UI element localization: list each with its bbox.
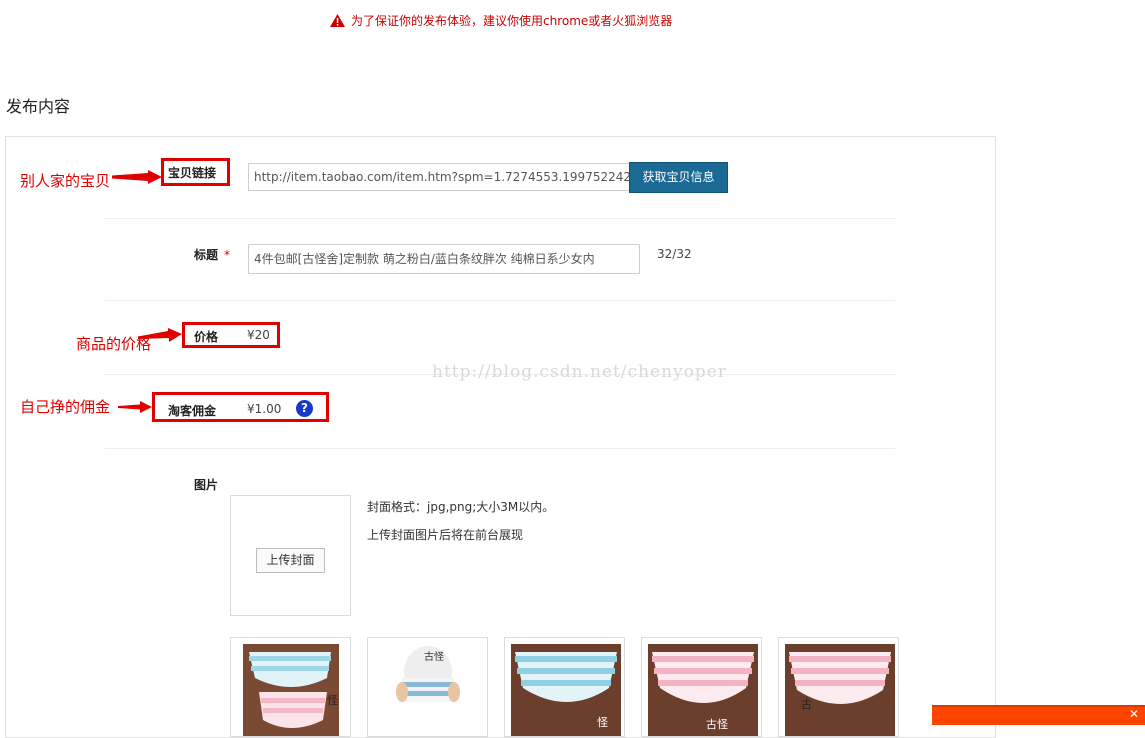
thumbnail-4[interactable]: 古怪 — [641, 637, 762, 737]
svg-text:古: 古 — [801, 698, 812, 711]
required-mark: * — [224, 248, 231, 262]
svg-text:古怪: 古怪 — [706, 717, 728, 731]
warning-text: 为了保证你的发布体验，建议你使用chrome或者火狐浏览器 — [351, 14, 673, 28]
product-image: 古怪 — [648, 644, 758, 736]
close-icon[interactable]: ✕ — [1129, 707, 1139, 721]
title-char-counter: 32/32 — [657, 247, 692, 261]
price-label: 价格 — [194, 330, 219, 344]
commission-label: 淘客佣金 — [168, 404, 217, 418]
watermark: http://blog.csdn.net/chenyoper — [432, 362, 727, 382]
upload-cover-button[interactable]: 上传封面 — [256, 548, 325, 573]
cover-display-hint: 上传封面图片后将在前台展现 — [367, 528, 524, 542]
thumbnail-3[interactable]: 怪 — [504, 637, 625, 737]
row-divider — [105, 218, 895, 219]
annotation-commission: 自己挣的佣金 — [20, 398, 111, 416]
row-divider — [105, 448, 895, 449]
item-link-input[interactable]: http://item.taobao.com/item.htm?spm=1.72… — [248, 163, 630, 191]
section-title: 发布内容 — [6, 97, 71, 116]
thumbnail-1[interactable]: 怪 — [230, 637, 351, 737]
warning-triangle-icon — [330, 14, 345, 27]
product-image: 怪 — [243, 644, 339, 736]
annotation-arrow-icon — [112, 170, 162, 184]
thumbnail-5[interactable]: 古 — [778, 637, 899, 737]
svg-text:怪: 怪 — [327, 693, 338, 707]
annotation-arrow-icon — [138, 328, 182, 342]
cover-upload-area[interactable]: 上传封面 — [230, 495, 351, 616]
commission-value: ¥1.00 — [247, 402, 282, 416]
annotation-item-link: 别人家的宝贝 — [20, 172, 111, 190]
title-input[interactable]: 4件包邮[古怪舍]定制款 萌之粉白/蓝白条纹胖次 纯棉日系少女内 — [248, 244, 640, 274]
row-divider — [105, 300, 895, 301]
floating-feedback-bar[interactable]: ✕ — [932, 705, 1145, 725]
product-image: 古怪 — [396, 646, 460, 702]
browser-warning: 为了保证你的发布体验，建议你使用chrome或者火狐浏览器 — [330, 12, 672, 29]
fetch-item-info-button[interactable]: 获取宝贝信息 — [629, 162, 728, 193]
images-label: 图片 — [194, 478, 219, 492]
question-circle-icon[interactable]: ? — [296, 400, 313, 417]
thumbnail-2[interactable]: 古怪 — [367, 637, 488, 737]
title-label: 标题 * — [194, 246, 230, 263]
product-image: 怪 — [511, 644, 621, 736]
price-value: ¥20 — [247, 328, 270, 342]
product-image: 古 — [785, 644, 895, 736]
item-link-label: 宝贝链接 — [168, 166, 217, 180]
svg-text:古怪: 古怪 — [424, 650, 444, 663]
svg-text:怪: 怪 — [597, 715, 608, 729]
cover-format-hint: 封面格式：jpg,png;大小3M以内。 — [367, 500, 555, 514]
annotation-arrow-icon — [118, 401, 152, 413]
title-label-text: 标题 — [194, 248, 219, 262]
